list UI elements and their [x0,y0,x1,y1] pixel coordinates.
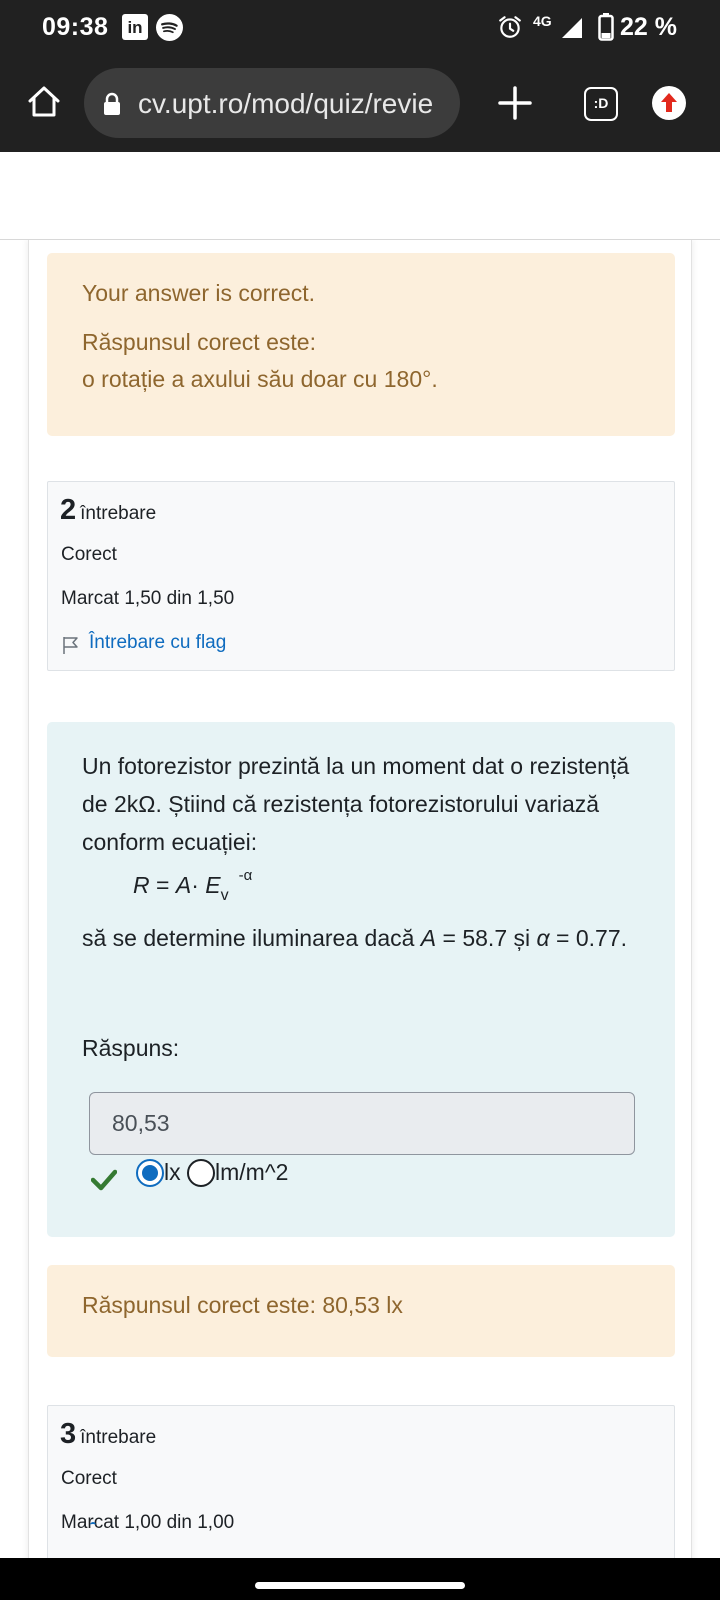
question-state: Corect [61,544,117,565]
question-number: 3 întrebare [60,1418,156,1451]
question-grade: Marcat 1,00 din 1,00 [61,1512,235,1533]
question-word: întrebare [80,503,157,524]
correct-answer-text-2: Răspunsul corect este: 80,53 lx [82,1292,403,1318]
linkedin-icon: in [122,14,148,40]
question-condition: să se determine iluminarea dacă A = 58.7… [82,919,642,957]
feedback-status: Your answer is correct. [82,280,316,306]
unit-radio-lx[interactable] [136,1159,164,1187]
condition-text-3: = 0.77. [549,925,628,951]
unit-radio-lm-m2[interactable] [187,1159,215,1187]
home-icon[interactable] [24,82,64,122]
answer-input[interactable]: 80,53 [89,1092,635,1155]
formula-r: R [133,872,150,898]
formula: R = A· Ev -α [133,867,252,904]
flag-icon [63,637,78,654]
question-intro: Un fotorezistor prezintă la un moment da… [82,753,630,855]
spotify-icon [156,14,183,41]
question-info-3: 3 întrebare Corect Marcat 1,00 din 1,00 [47,1405,675,1558]
plus-icon[interactable] [496,84,534,122]
url-text: cv.upt.ro/mod/quiz/revie [138,88,434,119]
correct-answer-text: o rotație a axului său doar cu 180°. [82,366,438,392]
condition-var-alpha: α [536,925,550,951]
question-grade: Marcat 1,50 din 1,50 [61,588,235,609]
status-bar: 09:38 in 4G 22 % [0,0,720,56]
correct-answer-label: Răspunsul corect este: [82,329,316,355]
formula-e: E [205,872,221,898]
system-nav-bar [0,1558,720,1600]
flag-icon-partial [90,1522,96,1526]
formula-a: A [175,872,192,898]
battery-label: 22 % [620,13,677,41]
page-header-blank [0,152,720,240]
question-number: 2 întrebare [60,494,156,527]
signal-icon [562,18,582,38]
lock-icon [104,92,120,115]
question-number-value: 3 [60,1418,77,1450]
answer-label: Răspuns: [82,1035,180,1061]
battery-icon [598,13,614,41]
tabs-icon[interactable]: :D [584,87,618,121]
formula-exponent: -α [238,867,253,884]
formula-dot: · [191,872,206,898]
condition-var-a: A [420,925,437,951]
status-time: 09:38 [42,13,109,41]
url-bar[interactable]: cv.upt.ro/mod/quiz/revie [84,68,460,138]
formula-eq: = [149,872,176,898]
question-number-value: 2 [60,494,77,526]
question-info-2: 2 întrebare Corect Marcat 1,50 din 1,50 Î… [47,481,675,671]
quiz-review-content: Your answer is correct. Răspunsul corect… [0,240,720,1558]
feedback-question-1: Your answer is correct. Răspunsul corect… [47,253,675,436]
question-word: întrebare [80,1427,157,1448]
flag-label: Întrebare cu flag [89,632,227,653]
unit-label-lx: lx [164,1159,181,1185]
question-text-2: Un fotorezistor prezintă la un moment da… [47,722,675,1237]
check-icon [91,1169,117,1191]
network-label: 4G [533,13,552,29]
condition-text-2: = 58.7 și [436,925,537,951]
question-state: Corect [61,1468,117,1489]
browser-toolbar: cv.upt.ro/mod/quiz/revie :D [0,56,720,152]
unit-label-lm-m2: lm/m^2 [215,1159,289,1185]
condition-text-1: să se determine iluminarea dacă [82,925,421,951]
update-icon[interactable] [651,85,687,121]
home-indicator[interactable] [255,1582,465,1589]
feedback-question-2: Răspunsul corect este: 80,53 lx [47,1265,675,1357]
formula-subscript: v [220,887,229,904]
alarm-icon [499,16,521,38]
